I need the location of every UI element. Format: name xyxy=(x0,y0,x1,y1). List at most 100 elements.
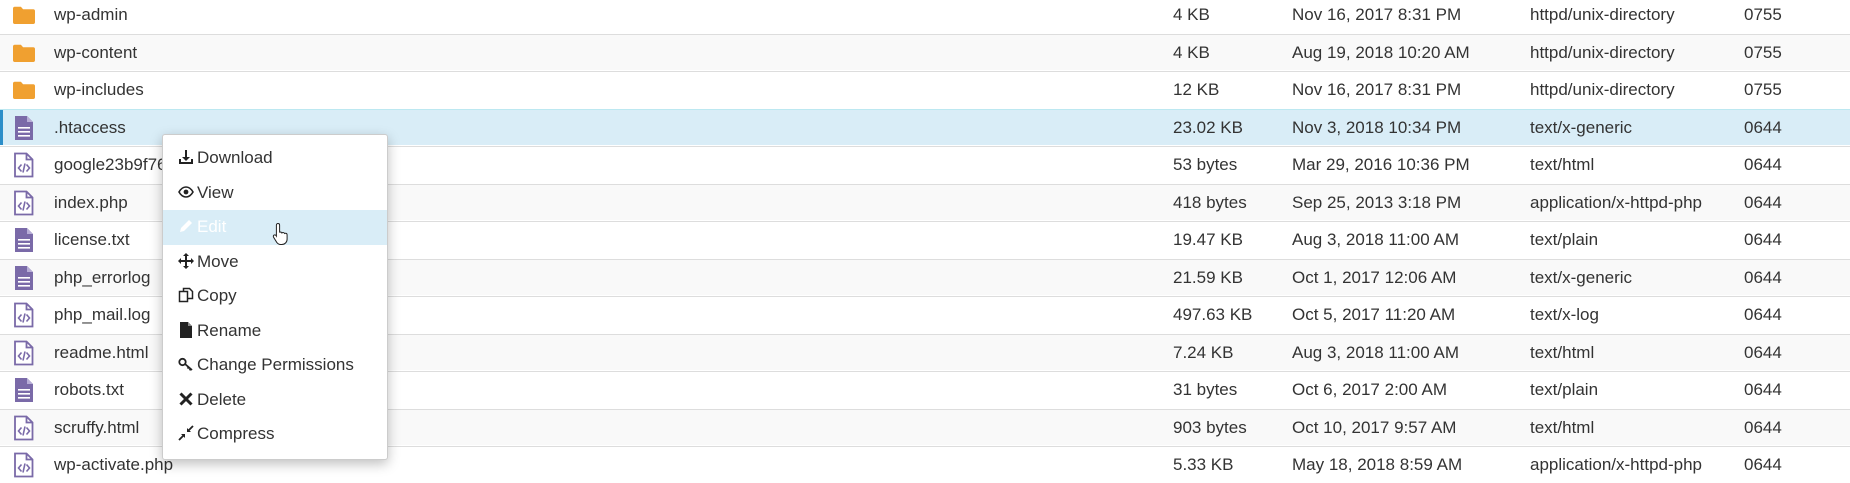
menu-item-label: Change Permissions xyxy=(197,355,354,374)
file-date: Nov 3, 2018 10:34 PM xyxy=(1292,117,1462,137)
text-file-icon xyxy=(12,377,36,403)
file-permissions: 0644 xyxy=(1744,417,1782,437)
file-permissions: 0644 xyxy=(1744,455,1782,474)
code-file-icon xyxy=(12,190,36,216)
folder-icon xyxy=(12,40,36,66)
menu-item-label: Compress xyxy=(197,424,275,443)
file-type: text/plain xyxy=(1530,230,1599,249)
menu-item-label: Edit xyxy=(197,217,227,236)
file-type: text/x-log xyxy=(1530,305,1599,324)
file-date: Aug 3, 2018 11:00 AM xyxy=(1292,342,1459,362)
file-row[interactable]: wp-admin 4 KB Nov 16, 2017 8:31 PM httpd/un… xyxy=(0,0,1850,32)
file-date: May 18, 2018 8:59 AM xyxy=(1292,455,1463,474)
file-permissions: 0644 xyxy=(1744,230,1782,249)
compress-icon xyxy=(178,424,197,443)
menu-item-change-permissions[interactable]: Change Permissions xyxy=(163,348,387,383)
menu-item-label: Delete xyxy=(197,389,247,409)
file-name[interactable]: wp-includes xyxy=(54,72,144,108)
file-date: Aug 19, 2018 10:20 AM xyxy=(1292,42,1470,62)
file-type: text/html xyxy=(1530,417,1595,437)
text-file-icon xyxy=(12,227,36,253)
file-icon xyxy=(178,321,197,340)
eye-icon xyxy=(178,183,197,202)
hand-cursor-icon xyxy=(272,222,288,245)
file-name[interactable]: robots.txt xyxy=(54,372,124,408)
file-name[interactable]: wp-activate.php xyxy=(54,447,173,483)
context-menu: Download View Edit Move Copy Rename Change Per… xyxy=(162,134,388,460)
file-type: text/html xyxy=(1530,342,1595,362)
file-type: application/x-httpd-php xyxy=(1530,192,1703,212)
file-name[interactable]: wp-content xyxy=(54,35,137,71)
file-name[interactable]: index.php xyxy=(54,185,128,221)
file-name[interactable]: php_mail.log xyxy=(54,297,150,333)
file-type: text/x-generic xyxy=(1530,117,1633,137)
file-type: httpd/unix-directory xyxy=(1530,80,1675,99)
file-name[interactable]: scruffy.html xyxy=(54,410,139,446)
text-file-icon xyxy=(12,265,36,291)
file-permissions: 0644 xyxy=(1744,380,1782,399)
file-type: httpd/unix-directory xyxy=(1530,42,1675,62)
menu-item-label: View xyxy=(197,182,234,202)
folder-icon xyxy=(12,77,36,103)
file-permissions: 0644 xyxy=(1744,267,1782,287)
file-permissions: 0755 xyxy=(1744,80,1782,99)
file-date: Aug 3, 2018 11:00 AM xyxy=(1292,230,1459,249)
file-name[interactable]: .htaccess xyxy=(54,110,126,146)
file-size: 12 KB xyxy=(1173,80,1220,99)
file-type: text/html xyxy=(1530,155,1595,174)
menu-item-label: Download xyxy=(197,148,273,167)
menu-item-download[interactable]: Download xyxy=(163,141,387,176)
menu-item-compress[interactable]: Compress xyxy=(163,417,387,452)
file-size: 21.59 KB xyxy=(1173,267,1243,287)
code-file-icon xyxy=(12,340,36,366)
folder-icon xyxy=(12,2,36,28)
menu-item-delete[interactable]: Delete xyxy=(163,383,387,418)
file-permissions: 0644 xyxy=(1744,192,1782,212)
code-file-icon xyxy=(12,302,36,328)
file-type: application/x-httpd-php xyxy=(1530,455,1703,474)
file-name[interactable]: wp-admin xyxy=(54,0,128,33)
file-name[interactable]: license.txt xyxy=(54,222,130,258)
menu-item-view[interactable]: View xyxy=(163,176,387,211)
code-file-icon xyxy=(12,415,36,441)
menu-item-copy[interactable]: Copy xyxy=(163,279,387,314)
pencil-icon xyxy=(178,217,197,236)
menu-item-move[interactable]: Move xyxy=(163,245,387,280)
file-date: Sep 25, 2013 3:18 PM xyxy=(1292,192,1462,212)
code-file-icon xyxy=(12,452,36,478)
file-size: 4 KB xyxy=(1173,42,1210,62)
file-type: text/plain xyxy=(1530,380,1599,399)
file-size: 23.02 KB xyxy=(1173,117,1243,137)
file-size: 418 bytes xyxy=(1173,192,1247,212)
file-size: 5.33 KB xyxy=(1173,455,1234,474)
menu-item-rename[interactable]: Rename xyxy=(163,314,387,349)
file-permissions: 0755 xyxy=(1744,42,1782,62)
code-file-icon xyxy=(12,152,36,178)
file-date: Nov 16, 2017 8:31 PM xyxy=(1292,5,1462,24)
file-row[interactable]: wp-content 4 KB Aug 19, 2018 10:20 AM httpd… xyxy=(0,33,1850,71)
key-icon xyxy=(178,355,197,374)
file-date: Oct 10, 2017 9:57 AM xyxy=(1292,417,1457,437)
file-date: Oct 1, 2017 12:06 AM xyxy=(1292,267,1457,287)
x-icon xyxy=(178,390,197,409)
file-date: Oct 6, 2017 2:00 AM xyxy=(1292,380,1447,399)
file-permissions: 0644 xyxy=(1744,342,1782,362)
file-permissions: 0755 xyxy=(1744,5,1782,24)
file-date: Nov 16, 2017 8:31 PM xyxy=(1292,80,1462,99)
file-name[interactable]: google23b9f76 xyxy=(54,147,167,183)
file-size: 31 bytes xyxy=(1173,380,1238,399)
file-date: Oct 5, 2017 11:20 AM xyxy=(1292,305,1456,324)
move-arrows-icon xyxy=(178,252,197,271)
file-name[interactable]: readme.html xyxy=(54,335,148,371)
file-size: 497.63 KB xyxy=(1173,305,1253,324)
file-permissions: 0644 xyxy=(1744,117,1782,137)
file-size: 4 KB xyxy=(1173,5,1210,24)
copy-icon xyxy=(178,286,197,305)
file-size: 19.47 KB xyxy=(1173,230,1243,249)
menu-item-label: Move xyxy=(197,251,239,271)
file-row[interactable]: wp-includes 12 KB Nov 16, 2017 8:31 PM http… xyxy=(0,71,1850,107)
file-name[interactable]: php_errorlog xyxy=(54,260,150,296)
file-size: 903 bytes xyxy=(1173,417,1247,437)
menu-item-label: Copy xyxy=(197,286,237,305)
text-file-icon xyxy=(12,115,36,141)
